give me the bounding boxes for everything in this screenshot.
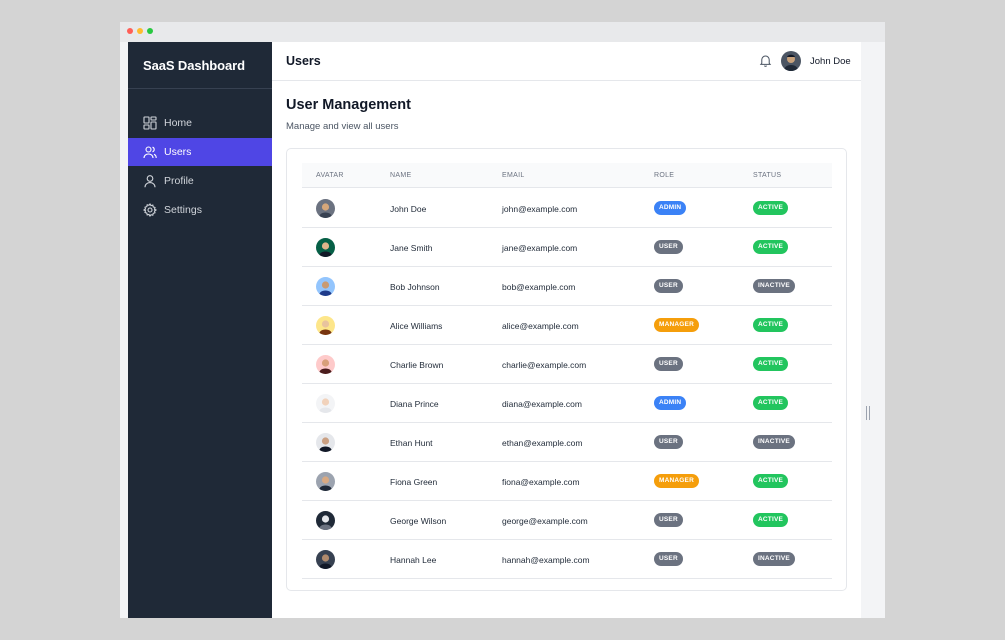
- status-badge: ACTIVE: [753, 474, 789, 488]
- role-badge: USER: [654, 552, 683, 566]
- avatar[interactable]: [781, 51, 801, 71]
- status-badge: INACTIVE: [753, 279, 795, 293]
- avatar: [316, 316, 335, 335]
- user-email: diana@example.com: [502, 399, 582, 409]
- role-badge: MANAGER: [654, 318, 699, 332]
- user-email: bob@example.com: [502, 282, 576, 292]
- role-badge: USER: [654, 240, 683, 254]
- status-badge: ACTIVE: [753, 357, 789, 371]
- user-email: hannah@example.com: [502, 555, 590, 565]
- status-badge: ACTIVE: [753, 513, 789, 527]
- user-name: Ethan Hunt: [390, 438, 433, 448]
- avatar: [316, 355, 335, 374]
- sidebar: SaaS Dashboard Home Users Profile Settin…: [128, 42, 272, 618]
- sidebar-divider: [128, 88, 272, 89]
- column-header-role: ROLE: [654, 172, 675, 179]
- brand-title: SaaS Dashboard: [143, 58, 245, 73]
- user-email: alice@example.com: [502, 321, 579, 331]
- user-email: george@example.com: [502, 516, 588, 526]
- role-badge: MANAGER: [654, 474, 699, 488]
- table-row[interactable]: Ethan Hunt ethan@example.com USER INACTIVE: [302, 423, 832, 462]
- sidebar-item-label: Home: [164, 117, 193, 129]
- status-badge: INACTIVE: [753, 435, 795, 449]
- user-name: Jane Smith: [390, 243, 433, 253]
- status-badge: INACTIVE: [753, 552, 795, 566]
- table-row[interactable]: Jane Smith jane@example.com USER ACTIVE: [302, 228, 832, 267]
- page-title: User Management: [286, 97, 411, 113]
- user-email: john@example.com: [502, 204, 578, 214]
- close-window-button[interactable]: [127, 28, 133, 34]
- user-name: Fiona Green: [390, 477, 438, 487]
- app-window: SaaS Dashboard Home Users Profile Settin…: [120, 22, 885, 618]
- table-row[interactable]: Diana Prince diana@example.com ADMIN ACTIVE: [302, 384, 832, 423]
- status-badge: ACTIVE: [753, 318, 789, 332]
- scrollbar-grip[interactable]: [866, 406, 870, 420]
- gear-icon: [143, 203, 157, 217]
- profile-icon: [144, 175, 156, 188]
- status-badge: ACTIVE: [753, 240, 789, 254]
- avatar: [316, 277, 335, 296]
- avatar: [316, 238, 335, 257]
- table-row[interactable]: John Doe john@example.com ADMIN ACTIVE: [302, 189, 832, 228]
- window-titlebar: [120, 22, 885, 42]
- user-name: Hannah Lee: [390, 555, 437, 565]
- user-name: John Doe: [390, 204, 427, 214]
- user-name: Alice Williams: [390, 321, 443, 331]
- role-badge: ADMIN: [654, 201, 687, 215]
- avatar: [316, 199, 335, 218]
- avatar: [316, 394, 335, 413]
- table-row[interactable]: Bob Johnson bob@example.com USER INACTIVE: [302, 267, 832, 306]
- users-table-card: AVATAR NAME EMAIL ROLE STATUS John Doe jo…: [286, 148, 847, 591]
- user-email: charlie@example.com: [502, 360, 587, 370]
- sidebar-item-users[interactable]: Users: [128, 138, 272, 166]
- role-badge: USER: [654, 513, 683, 527]
- status-badge: ACTIVE: [753, 201, 789, 215]
- user-name: Bob Johnson: [390, 282, 440, 292]
- user-name: George Wilson: [390, 516, 447, 526]
- sidebar-item-settings[interactable]: Settings: [128, 196, 272, 224]
- table-row[interactable]: Hannah Lee hannah@example.com USER INACTIVE: [302, 540, 832, 579]
- main-content: Users John Doe User Management Manage an…: [272, 42, 861, 618]
- sidebar-item-label: Settings: [164, 204, 202, 216]
- column-header-email: EMAIL: [502, 172, 525, 179]
- table-header: AVATAR NAME EMAIL ROLE STATUS: [302, 163, 832, 188]
- maximize-window-button[interactable]: [147, 28, 153, 34]
- role-badge: USER: [654, 435, 683, 449]
- user-email: fiona@example.com: [502, 477, 580, 487]
- home-grid-icon: [143, 116, 157, 130]
- header-user-name[interactable]: John Doe: [810, 56, 851, 67]
- column-header-status: STATUS: [753, 172, 782, 179]
- avatar: [316, 433, 335, 452]
- user-name: Diana Prince: [390, 399, 439, 409]
- sidebar-item-profile[interactable]: Profile: [128, 167, 272, 195]
- table-row[interactable]: Fiona Green fiona@example.com MANAGER ACTIV…: [302, 462, 832, 501]
- role-badge: USER: [654, 279, 683, 293]
- column-header-name: NAME: [390, 172, 412, 179]
- header-title: Users: [286, 54, 321, 68]
- sidebar-item-label: Users: [164, 146, 192, 158]
- page-subtitle: Manage and view all users: [286, 121, 399, 132]
- table-row[interactable]: Alice Williams alice@example.com MANAGER AC…: [302, 306, 832, 345]
- scrollbar[interactable]: [861, 42, 885, 618]
- avatar: [316, 472, 335, 491]
- table-row[interactable]: George Wilson george@example.com USER ACTIV…: [302, 501, 832, 540]
- user-name: Charlie Brown: [390, 360, 444, 370]
- user-email: jane@example.com: [502, 243, 578, 253]
- sidebar-item-label: Profile: [164, 175, 194, 187]
- role-badge: ADMIN: [654, 396, 687, 410]
- column-header-avatar: AVATAR: [316, 172, 344, 179]
- minimize-window-button[interactable]: [137, 28, 143, 34]
- bell-icon[interactable]: [759, 54, 772, 67]
- avatar: [316, 550, 335, 569]
- sidebar-item-home[interactable]: Home: [128, 109, 272, 137]
- avatar: [316, 511, 335, 530]
- role-badge: USER: [654, 357, 683, 371]
- top-header: Users John Doe: [272, 42, 861, 81]
- status-badge: ACTIVE: [753, 396, 789, 410]
- user-email: ethan@example.com: [502, 438, 583, 448]
- table-row[interactable]: Charlie Brown charlie@example.com USER ACTI…: [302, 345, 832, 384]
- users-icon: [143, 146, 157, 159]
